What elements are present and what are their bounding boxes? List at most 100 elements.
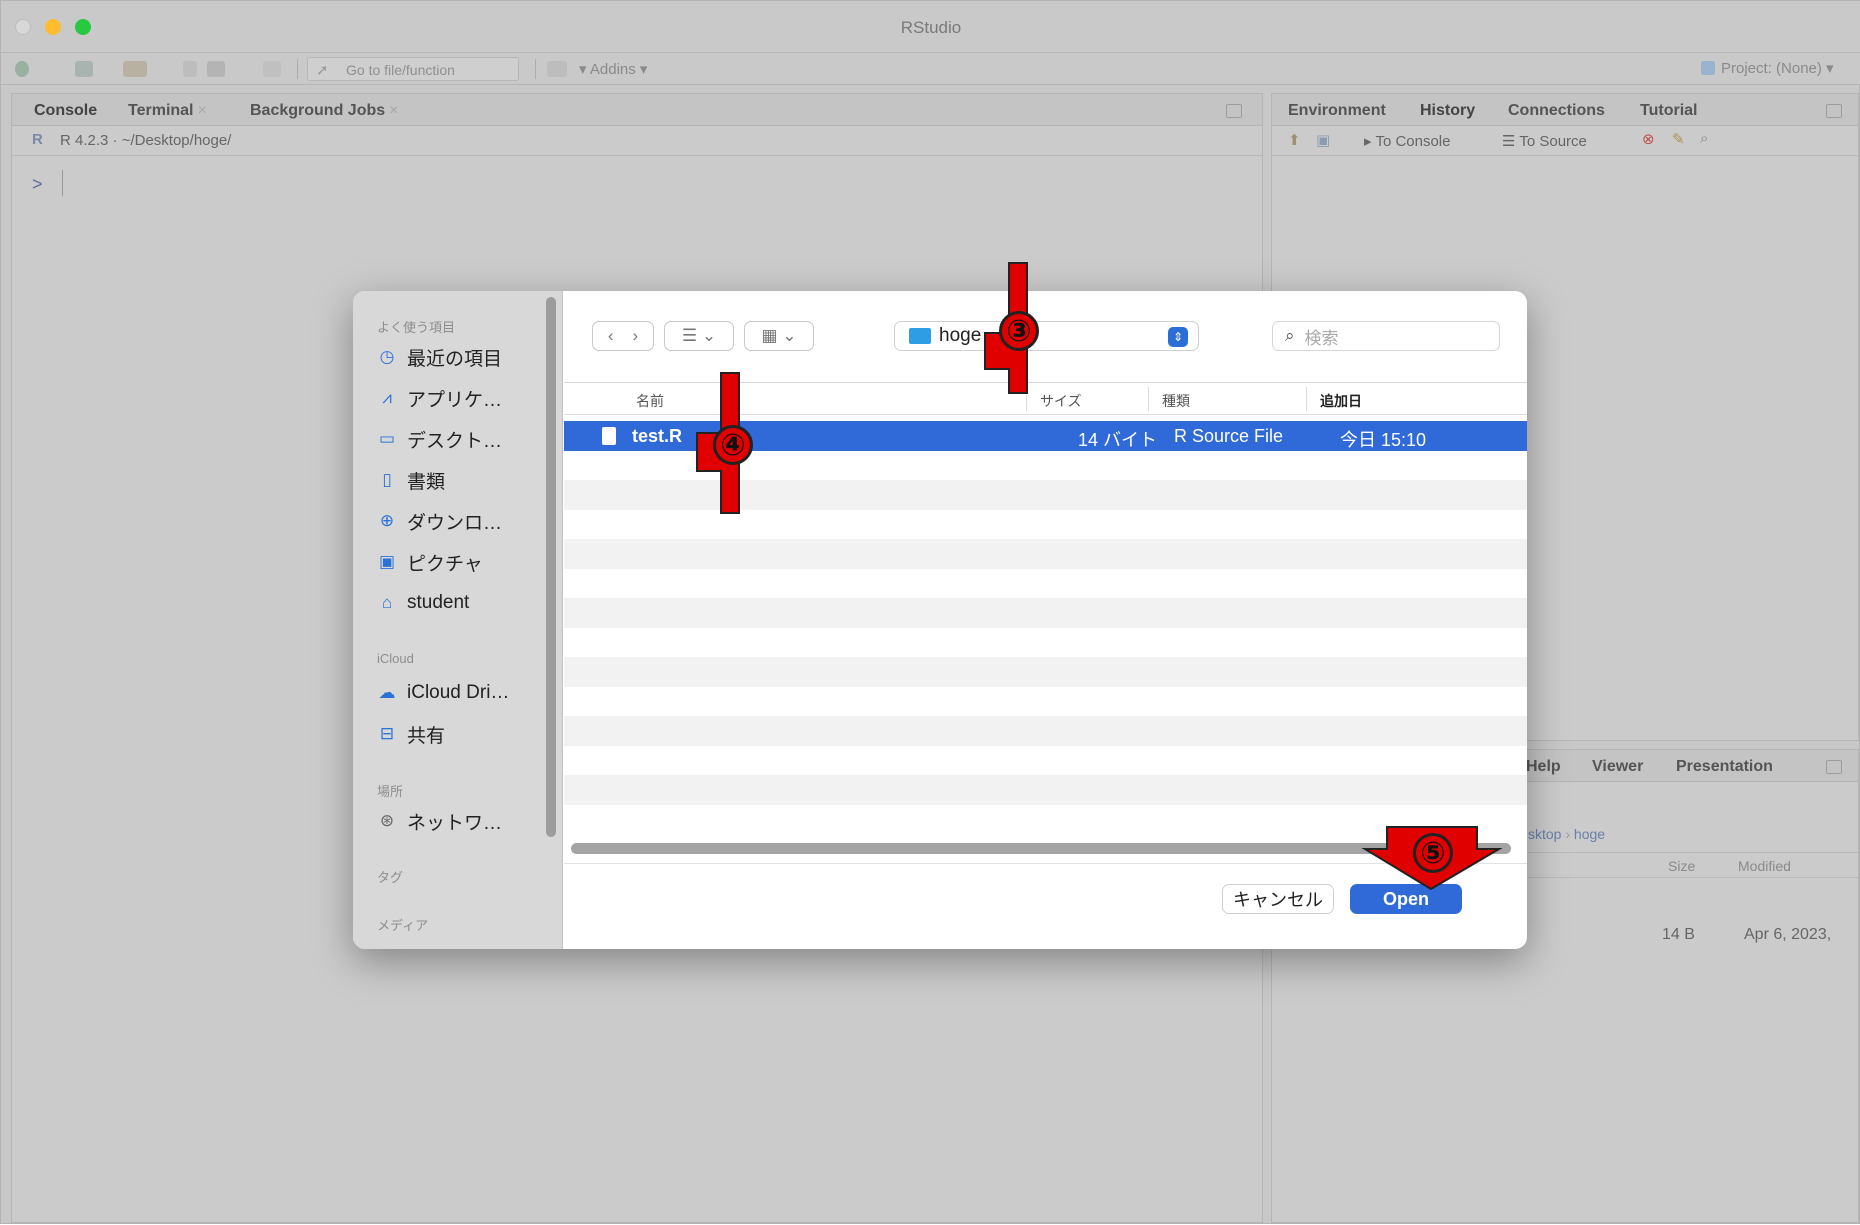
apps-icon: ⩘ xyxy=(382,388,392,407)
window-title: RStudio xyxy=(900,18,962,37)
console-input-cursor[interactable] xyxy=(62,170,63,196)
sidebar-item-applications[interactable]: ⩘ アプリケ… xyxy=(377,384,502,412)
tab-presentation[interactable]: Presentation xyxy=(1676,758,1773,776)
dialog-toolbar: ‹ › ☰ ⌄ ▦ ⌄ hoge ⇕ ⌕ 検索 xyxy=(564,291,1527,383)
r-logo-icon: R xyxy=(32,131,43,148)
maximize-files-pane-icon[interactable] xyxy=(1826,760,1842,774)
tab-tutorial[interactable]: Tutorial xyxy=(1640,102,1697,120)
clear-history-icon[interactable]: ✎ xyxy=(1672,130,1685,148)
dialog-footer: キャンセル Open xyxy=(564,863,1527,949)
project-icon xyxy=(1701,61,1715,75)
maximize-pane-icon[interactable] xyxy=(1226,104,1242,118)
pictures-icon: ▣ xyxy=(378,552,396,571)
sidebar-scrollbar[interactable] xyxy=(546,297,556,837)
save-icon[interactable] xyxy=(183,61,197,77)
open-file-icon[interactable] xyxy=(123,61,147,77)
shared-folder-icon: ⊟ xyxy=(379,724,395,743)
list-row-stripe xyxy=(564,480,1527,510)
sidebar-item-home[interactable]: ⌂ student xyxy=(377,589,469,617)
to-source-button[interactable]: ☰ To Source xyxy=(1502,132,1587,150)
new-project-icon[interactable] xyxy=(75,61,93,77)
file-row[interactable]: test.R 14 バイト R Source File 今日 15:10 xyxy=(564,421,1527,451)
home-icon: ⌂ xyxy=(381,593,393,612)
remove-entry-icon[interactable]: ⊗ xyxy=(1642,130,1655,148)
r-file-icon xyxy=(602,427,616,445)
sidebar-item-documents[interactable]: ▯ 書類 xyxy=(377,466,445,494)
grid-layout-icon[interactable] xyxy=(547,61,567,77)
favorites-header: よく使う項目 xyxy=(377,320,456,335)
cloud-icon: ☁ xyxy=(378,683,396,702)
tab-terminal[interactable]: Terminal × xyxy=(128,102,207,120)
tab-console[interactable]: Console xyxy=(34,102,97,120)
goto-arrow-icon: ➚ xyxy=(316,62,329,79)
goto-file-input[interactable]: ➚ Go to file/function xyxy=(307,57,519,81)
addins-menu[interactable]: ▾ Addins ▾ xyxy=(579,60,647,78)
search-field[interactable]: ⌕ 検索 xyxy=(1272,321,1500,351)
print-icon[interactable] xyxy=(263,61,281,77)
group-view-button[interactable]: ▦ ⌄ xyxy=(744,321,814,351)
download-icon: ⊕ xyxy=(379,511,395,530)
up-down-chevron-icon: ⇕ xyxy=(1168,327,1188,347)
tags-header: タグ xyxy=(377,870,404,885)
kind-column-header[interactable]: 種類 xyxy=(1162,391,1190,411)
chevron-down-icon: ⌄ xyxy=(701,326,717,345)
file-modified: Apr 6, 2023, xyxy=(1744,926,1832,943)
tab-viewer[interactable]: Viewer xyxy=(1592,758,1643,776)
horizontal-scrollbar[interactable] xyxy=(571,843,1511,854)
sidebar-item-shared[interactable]: ⊟ 共有 xyxy=(377,720,445,748)
chevron-right-icon[interactable]: › xyxy=(632,326,638,346)
dialog-sidebar: よく使う項目 ◷ 最近の項目 ⩘ アプリケ… ▭ デスクト… ▯ 書類 ⊕ ダウンロ… ▣… xyxy=(353,291,563,949)
search-history-icon[interactable]: ⌕ xyxy=(1700,130,1708,147)
new-file-icon[interactable] xyxy=(15,61,29,77)
back-forward-buttons[interactable]: ‹ › xyxy=(592,321,654,351)
annotation-badge-5: ⑤ xyxy=(1413,833,1453,873)
load-history-icon[interactable]: ⬆ xyxy=(1288,131,1301,149)
sidebar-item-desktop[interactable]: ▭ デスクト… xyxy=(377,425,502,453)
name-column-header[interactable]: 名前 xyxy=(636,391,664,411)
list-row-stripe xyxy=(564,775,1527,805)
document-icon: ▯ xyxy=(382,470,392,489)
sidebar-item-pictures[interactable]: ▣ ピクチャ xyxy=(377,548,483,576)
files-breadcrumb[interactable]: sktop › hoge xyxy=(1528,826,1605,842)
added-column-header[interactable]: 追加日 xyxy=(1320,391,1362,411)
environment-tabs: Environment History Connections Tutorial xyxy=(1272,94,1858,126)
maximize-env-pane-icon[interactable] xyxy=(1826,104,1842,118)
project-menu[interactable]: Project: (None) ▾ xyxy=(1701,59,1834,77)
sidebar-item-recents[interactable]: ◷ 最近の項目 xyxy=(377,343,502,371)
sidebar-item-network[interactable]: ⊛ ネットワ… xyxy=(377,807,502,835)
save-history-icon[interactable]: ▣ xyxy=(1316,131,1330,149)
list-row-stripe xyxy=(564,716,1527,746)
open-button[interactable]: Open xyxy=(1350,884,1462,914)
tab-help[interactable]: Help xyxy=(1526,758,1561,776)
save-all-icon[interactable] xyxy=(207,61,225,77)
media-header: メディア xyxy=(377,918,429,933)
modified-column-header[interactable]: Modified xyxy=(1738,858,1791,874)
list-view-button[interactable]: ☰ ⌄ xyxy=(664,321,734,351)
tab-background-jobs[interactable]: Background Jobs × xyxy=(250,102,398,120)
sidebar-item-downloads[interactable]: ⊕ ダウンロ… xyxy=(377,507,502,535)
network-icon: ⊛ xyxy=(379,811,395,830)
cancel-button[interactable]: キャンセル xyxy=(1222,884,1334,914)
icloud-header: iCloud xyxy=(377,651,414,666)
history-toolbar: ⬆ ▣ ▸ To Console ☰ To Source ⊗ ✎ ⌕ xyxy=(1272,126,1858,156)
search-icon: ⌕ xyxy=(1285,326,1295,345)
console-tabs: Console Terminal × Background Jobs × xyxy=(12,94,1262,126)
title-bar: RStudio xyxy=(1,1,1860,53)
list-view-icon: ☰ xyxy=(681,326,698,345)
open-file-dialog: よく使う項目 ◷ 最近の項目 ⩘ アプリケ… ▭ デスクト… ▯ 書類 ⊕ ダウンロ… ▣… xyxy=(353,291,1527,949)
annotation-badge-3: ③ xyxy=(999,311,1039,351)
chevron-left-icon[interactable]: ‹ xyxy=(608,326,614,346)
list-row-stripe xyxy=(564,657,1527,687)
folder-path-select[interactable]: hoge ⇕ xyxy=(894,321,1199,351)
chevron-down-icon: ⌄ xyxy=(782,326,797,345)
size-column-header[interactable]: サイズ xyxy=(1040,391,1082,411)
clock-icon: ◷ xyxy=(379,347,395,366)
size-column-header[interactable]: Size xyxy=(1668,858,1695,874)
tab-history[interactable]: History xyxy=(1420,102,1475,120)
console-path-bar: R R 4.2.3 · ~/Desktop/hoge/ xyxy=(12,126,1262,156)
to-console-button[interactable]: ▸ To Console xyxy=(1364,132,1450,150)
tab-connections[interactable]: Connections xyxy=(1508,102,1605,120)
sidebar-item-icloud-drive[interactable]: ☁ iCloud Dri… xyxy=(377,679,510,707)
file-list-header: 名前 サイズ 種類 追加日 xyxy=(564,383,1527,415)
tab-environment[interactable]: Environment xyxy=(1288,102,1386,120)
